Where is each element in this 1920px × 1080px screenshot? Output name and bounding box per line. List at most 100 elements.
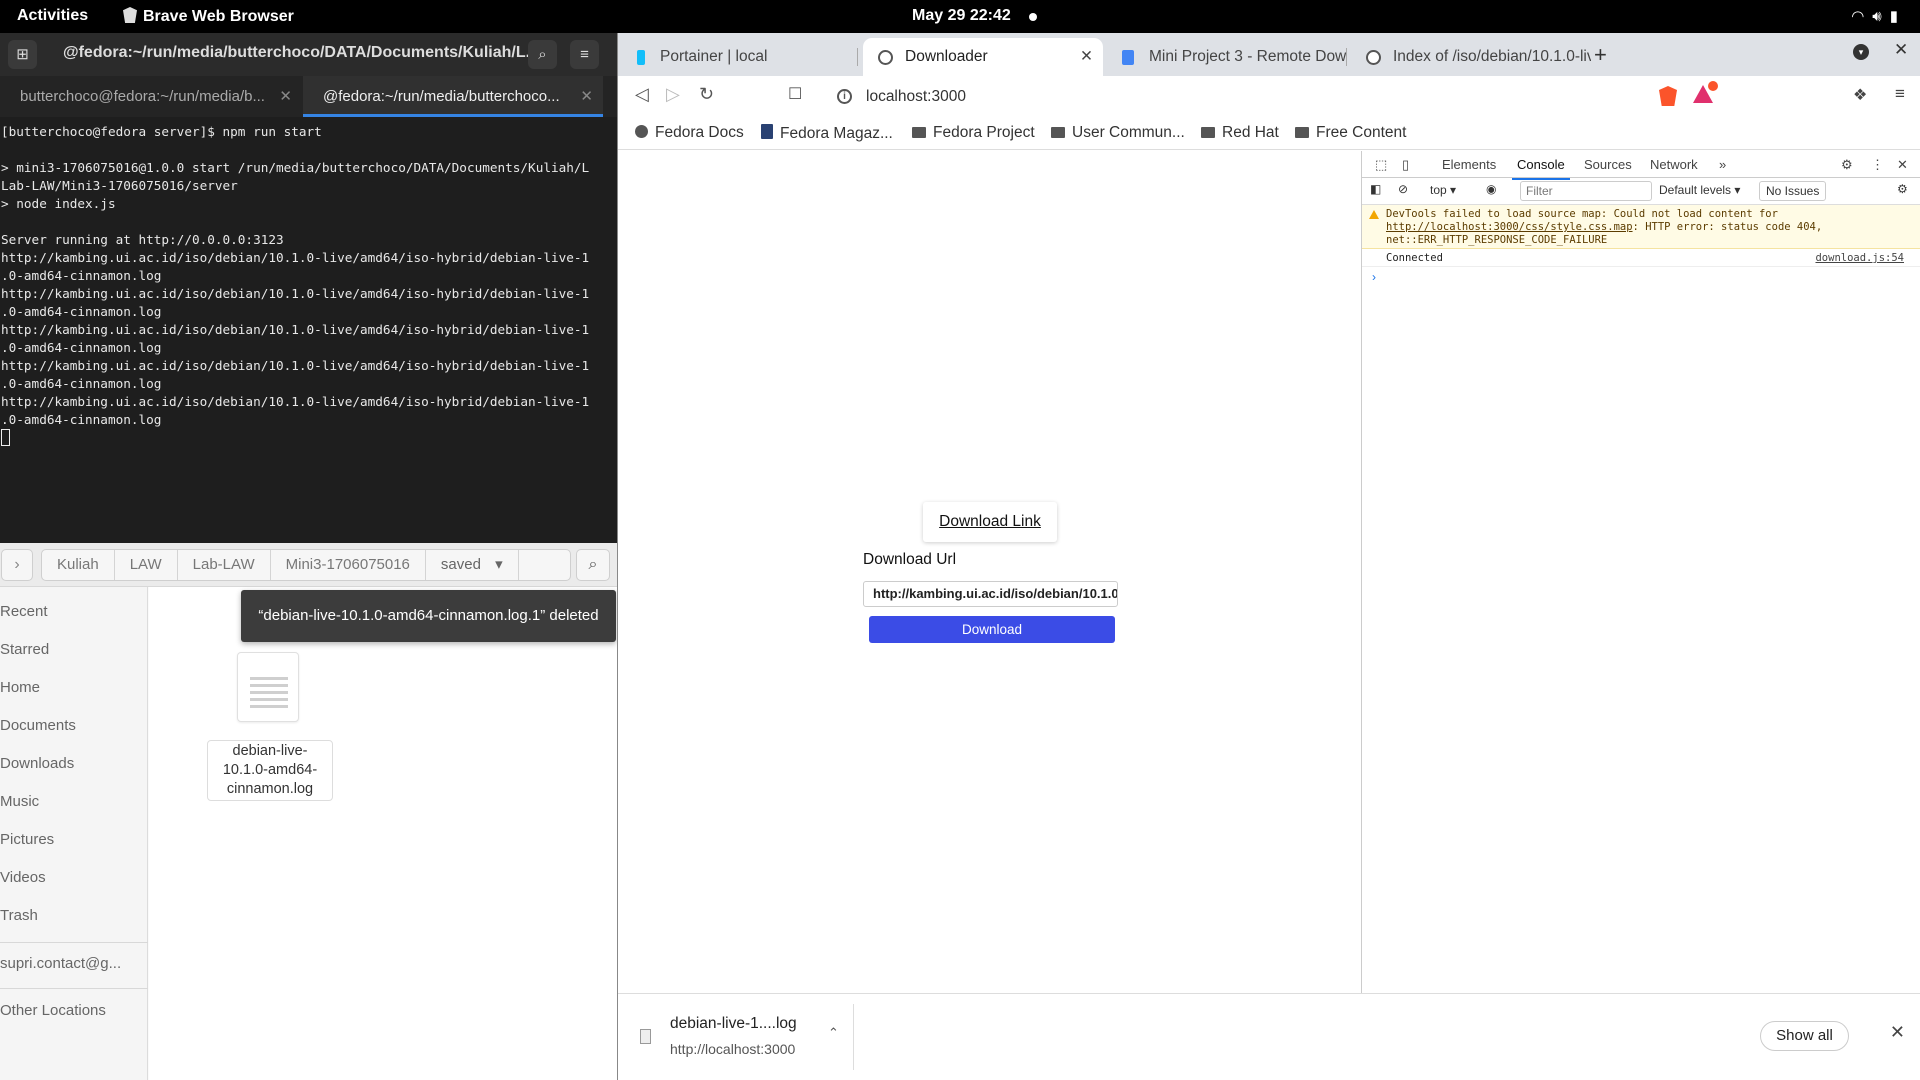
sidebar-item-starred[interactable]: Starred xyxy=(0,635,49,665)
bookmark-fedora-magazine[interactable]: Fedora Magaz... xyxy=(761,124,893,143)
sidebar-item-videos[interactable]: Videos xyxy=(0,863,46,893)
sidebar-item-other-locations[interactable]: Other Locations xyxy=(0,996,106,1026)
tab-elements[interactable]: Elements xyxy=(1442,157,1496,172)
search-icon[interactable]: ⌕ xyxy=(576,549,610,581)
hamburger-menu-icon[interactable]: ≡ xyxy=(570,40,599,69)
breadcrumb-item[interactable]: Mini3-1706075016 xyxy=(271,550,426,580)
log-source-link[interactable]: download.js:54 xyxy=(1815,249,1904,267)
close-icon[interactable]: ✕ xyxy=(580,76,593,114)
portainer-icon xyxy=(637,50,645,65)
bookmark-icon[interactable]: ☐ xyxy=(788,84,802,104)
sidebar-toggle-icon[interactable]: ◧ xyxy=(1370,182,1381,196)
tab-search-icon[interactable]: ▾ xyxy=(1853,44,1869,60)
kebab-menu-icon[interactable]: ⋮ xyxy=(1871,157,1884,173)
download-url-label: Download Url xyxy=(863,551,957,568)
close-icon[interactable]: ✕ xyxy=(279,76,292,117)
sidebar-item-trash[interactable]: Trash xyxy=(0,901,38,931)
tab-label: Mini Project 3 - Remote Down xyxy=(1149,48,1347,65)
inspect-icon[interactable]: ⬚ xyxy=(1375,157,1387,173)
bookmark-red-hat[interactable]: Red Hat xyxy=(1201,124,1279,142)
device-toolbar-icon[interactable]: ▯ xyxy=(1402,157,1409,173)
breadcrumb-item[interactable]: Lab-LAW xyxy=(178,550,271,580)
sidebar-item-recent[interactable]: Recent xyxy=(0,597,48,627)
breadcrumb-item-current[interactable]: saved ▾ xyxy=(426,550,518,580)
chevron-up-icon[interactable]: ⌃ xyxy=(828,1025,839,1041)
bookmark-fedora-project[interactable]: Fedora Project xyxy=(912,124,1035,142)
url-text: localhost:3000 xyxy=(866,88,966,105)
reload-icon[interactable]: ↻ xyxy=(699,84,714,105)
sidebar-item-downloads[interactable]: Downloads xyxy=(0,749,74,779)
tab-label: Portainer | local xyxy=(660,48,768,65)
back-icon[interactable]: ◁ xyxy=(635,84,649,105)
levels-label: Default levels xyxy=(1659,183,1732,197)
tab-mini-project[interactable]: Mini Project 3 - Remote Down xyxy=(1107,38,1347,76)
tab-portainer[interactable]: Portainer | local xyxy=(618,38,858,76)
download-link-card[interactable]: Download Link xyxy=(923,502,1057,542)
context-label: top xyxy=(1430,183,1447,197)
bookmark-fedora-docs[interactable]: Fedora Docs xyxy=(635,124,744,142)
text-file-icon[interactable] xyxy=(237,652,299,722)
window-close-icon[interactable]: ✕ xyxy=(1894,40,1908,60)
system-tray[interactable]: ◠🔊︎▮ xyxy=(1851,7,1906,25)
context-select[interactable]: top ▾ xyxy=(1430,183,1456,197)
new-tab-icon[interactable]: ⊞ xyxy=(8,40,37,69)
app-menu-label: Brave Web Browser xyxy=(143,8,294,25)
download-button[interactable]: Download xyxy=(869,616,1115,643)
console-log-row: Connected download.js:54 xyxy=(1362,249,1920,267)
download-url-input[interactable]: http://kambing.ui.ac.id/iso/debian/10.1.… xyxy=(863,581,1118,607)
show-all-button[interactable]: Show all xyxy=(1760,1021,1849,1051)
sidebar-divider xyxy=(0,988,148,989)
brave-lion-icon xyxy=(123,7,137,23)
sidebar-item-music[interactable]: Music xyxy=(0,787,39,817)
settings-icon[interactable]: ⚙ xyxy=(1841,157,1853,173)
deleted-toast: “debian-live-10.1.0-amd64-cinnamon.log.1… xyxy=(241,590,616,642)
terminal-line: Server running at http://0.0.0.0:3123 xyxy=(1,232,284,247)
sidebar-item-home[interactable]: Home xyxy=(0,673,40,703)
eye-icon[interactable]: ◉ xyxy=(1486,182,1496,196)
new-tab-button[interactable]: + xyxy=(1594,42,1607,68)
extensions-icon[interactable]: ❖ xyxy=(1853,85,1867,105)
sidebar-item-account[interactable]: supri.contact@g... xyxy=(0,949,121,979)
chevron-right-icon[interactable]: › xyxy=(1,549,33,581)
activities-button[interactable]: Activities xyxy=(17,7,88,25)
tab-index-of[interactable]: Index of /iso/debian/10.1.0-live xyxy=(1351,38,1591,76)
breadcrumb-item[interactable]: LAW xyxy=(115,550,178,580)
forward-icon[interactable]: ▷ xyxy=(666,84,680,105)
download-item[interactable]: debian-live-1....log http://localhost:30… xyxy=(618,1004,854,1070)
console-filter-input[interactable]: Filter xyxy=(1520,181,1652,201)
terminal-output[interactable]: [butterchoco@fedora server]$ npm run sta… xyxy=(0,119,618,543)
page-content: Download Link Download Url http://kambin… xyxy=(618,151,1361,993)
address-bar[interactable]: i localhost:3000 xyxy=(818,80,1643,113)
download-link[interactable]: Download Link xyxy=(939,513,1041,530)
issues-button[interactable]: No Issues xyxy=(1759,181,1827,201)
terminal-tab[interactable]: butterchoco@fedora:~/run/media/b... ✕ xyxy=(0,76,302,117)
menu-icon[interactable]: ≡ xyxy=(1895,84,1905,104)
search-icon[interactable]: ⌕ xyxy=(528,40,557,69)
info-icon: i xyxy=(837,89,852,104)
console-prompt-icon[interactable]: › xyxy=(1372,270,1376,284)
file-name[interactable]: debian-live-10.1.0-amd64-cinnamon.log xyxy=(207,740,333,801)
app-menu[interactable]: Brave Web Browser xyxy=(123,7,294,26)
log-levels-select[interactable]: Default levels ▾ xyxy=(1659,183,1740,197)
close-icon[interactable]: ✕ xyxy=(1890,1022,1905,1043)
tab-console[interactable]: Console xyxy=(1512,157,1570,180)
console-settings-icon[interactable]: ⚙ xyxy=(1897,182,1908,196)
breadcrumb-item[interactable]: Kuliah xyxy=(42,550,115,580)
clock[interactable]: May 29 22:42 xyxy=(912,7,1011,25)
clear-console-icon[interactable]: ⊘ xyxy=(1398,182,1408,196)
close-icon[interactable]: ✕ xyxy=(1897,157,1908,173)
tab-sources[interactable]: Sources xyxy=(1584,157,1632,172)
close-icon[interactable]: ✕ xyxy=(1080,38,1093,76)
bookmark-free-content[interactable]: Free Content xyxy=(1295,124,1406,142)
source-map-link[interactable]: http://localhost:3000/css/style.css.map xyxy=(1386,221,1633,233)
terminal-tab-active[interactable]: @fedora:~/run/media/butterchoco... ✕ xyxy=(303,76,603,117)
tab-network[interactable]: Network xyxy=(1650,157,1698,172)
more-tabs-icon[interactable]: » xyxy=(1719,157,1726,172)
devtools-tabs: ⬚ ▯ Elements Console Sources Network » ⚙… xyxy=(1362,151,1920,180)
tab-downloader[interactable]: Downloader ✕ xyxy=(863,38,1103,76)
bookmark-user-community[interactable]: User Commun... xyxy=(1051,124,1185,142)
chevron-down-icon: ▾ xyxy=(1734,183,1741,197)
sidebar-item-pictures[interactable]: Pictures xyxy=(0,825,54,855)
brave-shields-icon[interactable] xyxy=(1659,86,1677,106)
sidebar-item-documents[interactable]: Documents xyxy=(0,711,76,741)
